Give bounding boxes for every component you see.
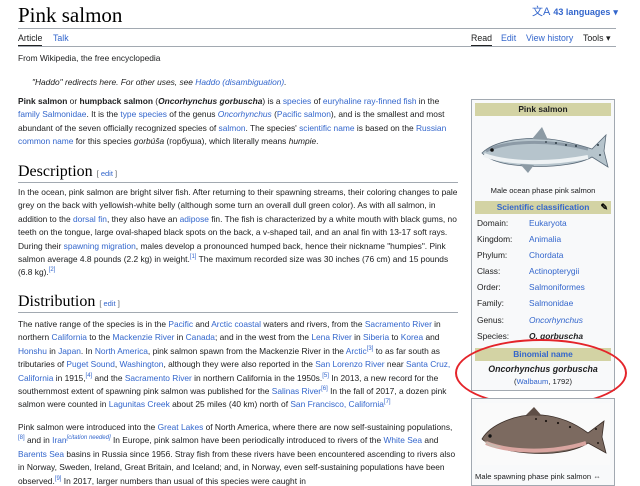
link-genus[interactable]: Oncorhynchus [218, 109, 272, 119]
link-euryhaline[interactable]: euryhaline [323, 96, 362, 106]
reference[interactable]: [7] [384, 400, 391, 406]
link-washington[interactable]: Washington [120, 359, 164, 369]
link-san-lorenzo-river[interactable]: San Lorenzo River [315, 359, 384, 369]
authority-link[interactable]: Walbaum [517, 377, 549, 386]
taxon-link[interactable]: Actinopterygii [529, 265, 579, 277]
link-sacramento-river[interactable]: Sacramento River [365, 319, 432, 329]
chevron-down-icon: ▾ [613, 7, 618, 17]
scientific-classification-heading[interactable]: Scientific classification ✎ [475, 201, 611, 214]
heading-description: Description [ edit ] [18, 163, 118, 180]
taxon-link[interactable]: Chordata [529, 249, 563, 261]
link-korea[interactable]: Korea [401, 332, 423, 342]
taxon-link[interactable]: Salmoniformes [529, 281, 585, 293]
link-pacific-salmon[interactable]: Pacific salmon [277, 109, 331, 119]
section-divider [18, 182, 458, 183]
link-arctic-coastal[interactable]: Arctic coastal [211, 319, 261, 329]
link-japan[interactable]: Japan [58, 346, 81, 356]
reference[interactable]: [5] [322, 373, 329, 379]
title-divider [18, 28, 616, 29]
site-subtitle: From Wikipedia, the free encyclopedia [18, 53, 161, 63]
link-spawning-migration[interactable]: spawning migration [64, 241, 136, 251]
taxon-link[interactable]: Animalia [529, 233, 561, 245]
link-barents-sea[interactable]: Barents Sea [18, 449, 64, 459]
link-salmon[interactable]: salmon [219, 123, 246, 133]
link-lena-river[interactable]: Lena River [311, 332, 352, 342]
link-white-sea[interactable]: White Sea [383, 435, 422, 445]
infobox-spawning-image: Male spawning phase pink salmon ⇔ [471, 398, 615, 486]
tab-read[interactable]: Read [471, 32, 493, 47]
reference[interactable]: [8] [18, 436, 25, 442]
link-salinas-river[interactable]: Salinas River [272, 386, 321, 396]
tab-view-history[interactable]: View history [526, 32, 573, 44]
link-canada[interactable]: Canada [186, 332, 215, 342]
link-scientific-name[interactable]: scientific name [299, 123, 354, 133]
page-title: Pink salmon [18, 3, 123, 27]
tab-talk[interactable]: Talk [53, 32, 69, 44]
link-honshu[interactable]: Honshu [18, 346, 47, 356]
taxon-link[interactable]: Salmonidae [529, 297, 573, 309]
spawning-phase-fish-image[interactable] [476, 403, 610, 465]
introduction-paragraph: Pink salmon were introduced into the Gre… [18, 422, 456, 486]
link-species[interactable]: species [283, 96, 311, 106]
language-button[interactable]: 文A 43 languages ▾ [532, 6, 618, 19]
link-california[interactable]: California [52, 332, 87, 342]
link-ray-finned-fish[interactable]: ray-finned fish [364, 96, 417, 106]
link-great-lakes[interactable]: Great Lakes [158, 422, 204, 432]
pencil-edit-icon[interactable]: ✎ [600, 201, 608, 214]
description-paragraph: In the ocean, pink salmon are bright sil… [18, 187, 458, 278]
infobox-caption-2: Male spawning phase pink salmon ⇔ [475, 472, 601, 481]
tab-article[interactable]: Article [18, 32, 43, 47]
link-pacific[interactable]: Pacific [168, 319, 193, 329]
hatnote-link[interactable]: Haddo (disambiguation) [195, 77, 284, 87]
citation-needed[interactable]: [citation needed] [67, 436, 111, 442]
link-mackenzie-river[interactable]: Mackenzie River [113, 332, 175, 342]
link-adipose[interactable]: adipose [180, 214, 209, 224]
infobox: Pink salmon Male ocean phase pink salmon… [471, 99, 615, 391]
tools-label: Tools [583, 33, 604, 43]
link-north-america[interactable]: North America [95, 346, 148, 356]
link-sacramento-river-2[interactable]: Sacramento River [125, 373, 192, 383]
ocean-phase-fish-image[interactable] [476, 121, 610, 179]
infobox-caption: Male ocean phase pink salmon [490, 186, 596, 195]
edit-section-link[interactable]: [ edit ] [99, 299, 119, 308]
binomial-name-heading[interactable]: Binomial name [475, 348, 611, 361]
distribution-paragraph: The native range of the species is in th… [18, 319, 451, 410]
reference[interactable]: [2] [49, 268, 56, 274]
hatnote: "Haddo" redirects here. For other uses, … [32, 77, 287, 87]
intro-paragraph: Pink salmon or humpback salmon (Oncorhyn… [18, 96, 447, 147]
link-dorsal-fin[interactable]: dorsal fin [73, 214, 107, 224]
section-divider [18, 312, 458, 313]
tab-edit[interactable]: Edit [501, 32, 516, 44]
heading-distribution: Distribution [ edit ] [18, 293, 120, 310]
taxon-link[interactable]: Oncorhynchus [529, 314, 583, 326]
taxon-link[interactable]: Eukaryota [529, 217, 567, 229]
chevron-down-icon: ▾ [606, 33, 611, 43]
link-type-species[interactable]: type species [120, 109, 167, 119]
link-puget-sound[interactable]: Puget Sound [66, 359, 114, 369]
tools-menu[interactable]: Tools ▾ [583, 32, 610, 44]
infobox-title: Pink salmon [475, 103, 611, 116]
translate-icon: 文A [532, 6, 551, 18]
link-iran[interactable]: Iran [52, 435, 66, 445]
binomial-authority: (Walbaum, 1792) [514, 377, 572, 386]
link-san-francisco[interactable]: San Francisco, California [290, 399, 384, 409]
link-siberia[interactable]: Siberia [363, 332, 389, 342]
link-arctic[interactable]: Arctic [346, 346, 367, 356]
enlarge-icon[interactable]: ⇔ [593, 472, 601, 481]
link-family[interactable]: family Salmonidae [18, 109, 86, 119]
language-count: 43 languages [553, 7, 611, 17]
tab-divider [18, 46, 616, 47]
link-lagunitas-creek[interactable]: Lagunitas Creek [109, 399, 170, 409]
reference[interactable]: [6] [321, 386, 328, 392]
edit-section-link[interactable]: [ edit ] [97, 169, 117, 178]
